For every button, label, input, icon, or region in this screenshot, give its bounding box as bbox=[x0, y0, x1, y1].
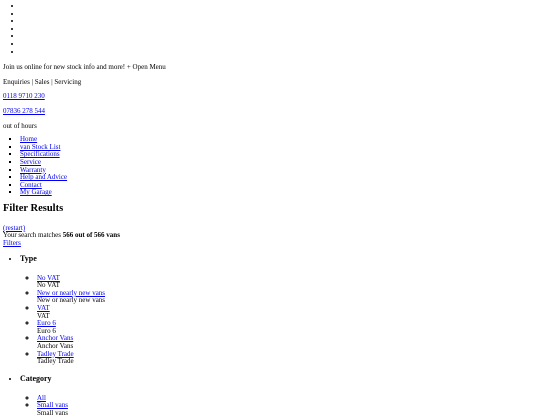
filter-option-euro-6: Euro 6 Euro 6 bbox=[37, 319, 540, 335]
matches-text: Your search matches 566 out of 566 vans bbox=[3, 232, 540, 240]
list-item bbox=[22, 49, 540, 57]
list-item bbox=[22, 26, 540, 34]
phone-2-link[interactable]: 07836 278 544 bbox=[3, 107, 45, 115]
nav-item-my-garage: My Garage bbox=[20, 188, 540, 197]
filter-options: No VAT No VAT New or nearly new vans New… bbox=[20, 274, 540, 366]
filter-results-heading: Filter Results bbox=[3, 202, 64, 214]
filter-option-link[interactable]: VAT bbox=[37, 304, 50, 312]
phone-1-link[interactable]: 0118 9710 230 bbox=[3, 92, 45, 101]
filter-option-vat: VAT VAT bbox=[37, 304, 540, 320]
filter-option-anchor-vans: Anchor Vans Anchor Vans bbox=[37, 335, 540, 350]
filter-group-title: Type bbox=[20, 253, 37, 263]
filter-option-label: New or nearly new vans bbox=[37, 296, 106, 305]
empty-top-list bbox=[0, 3, 540, 56]
main-nav: Home van Stock List Specifications Servi… bbox=[0, 135, 540, 197]
filter-option-no-vat: No VAT No VAT bbox=[37, 274, 540, 290]
filter-options: All Small vans Small vans bbox=[20, 394, 540, 418]
filter-option-label: Small vans bbox=[37, 408, 68, 417]
phone-1-paragraph: 0118 9710 230 bbox=[3, 93, 540, 101]
filter-group-category: Category All Small vans Small vans bbox=[20, 374, 540, 418]
filter-option-new-vans: New or nearly new vans New or nearly new… bbox=[37, 289, 540, 305]
filter-option-label: VAT bbox=[37, 311, 50, 320]
list-item bbox=[22, 18, 540, 26]
matches-count: 566 out of 566 vans bbox=[62, 231, 120, 240]
nav-item-contact: Contact bbox=[20, 181, 540, 190]
out-of-hours-text: out of hours bbox=[3, 121, 37, 130]
nav-item-specifications: Specifications bbox=[20, 151, 540, 159]
phone-2-paragraph: 07836 278 544 bbox=[3, 107, 540, 116]
filters-link[interactable]: Filters bbox=[3, 239, 21, 247]
filter-option-label: Tadley Trade bbox=[37, 357, 74, 366]
nav-item-van-stock-list: van Stock List bbox=[20, 143, 540, 152]
list-item bbox=[22, 41, 540, 49]
results-summary: (restart) Your search matches 566 out of… bbox=[3, 224, 540, 248]
nav-item-warranty: Warranty bbox=[20, 166, 540, 175]
filter-option-label: Anchor Vans bbox=[37, 342, 74, 350]
filter-group-type: Type No VAT No VAT New or nearly new van… bbox=[20, 254, 540, 366]
filter-option-tadley-trade: Tadley Trade Tadley Trade bbox=[37, 350, 540, 366]
list-item bbox=[22, 3, 540, 11]
filter-option-link[interactable]: Small vans bbox=[37, 401, 68, 410]
filter-groups: Type No VAT No VAT New or nearly new van… bbox=[0, 254, 540, 418]
filter-option-label: No VAT bbox=[37, 281, 60, 290]
intro-text: Join us online for new stock info and mo… bbox=[3, 63, 540, 72]
nav-item-help-and-advice: Help and Advice bbox=[20, 173, 540, 182]
services-text: Enquiries | Sales | Servicing bbox=[3, 77, 82, 86]
filter-option-all: All bbox=[37, 394, 540, 403]
list-item bbox=[22, 33, 540, 41]
nav-item-home: Home bbox=[20, 135, 540, 144]
nav-item-service: Service bbox=[20, 158, 540, 167]
list-item bbox=[22, 11, 540, 19]
nav-link-my-garage[interactable]: My Garage bbox=[20, 188, 52, 196]
intro-label: Join us online for new stock info and mo… bbox=[3, 63, 166, 72]
filter-group-title: Category bbox=[20, 373, 52, 383]
filter-option-label: Euro 6 bbox=[37, 326, 56, 335]
